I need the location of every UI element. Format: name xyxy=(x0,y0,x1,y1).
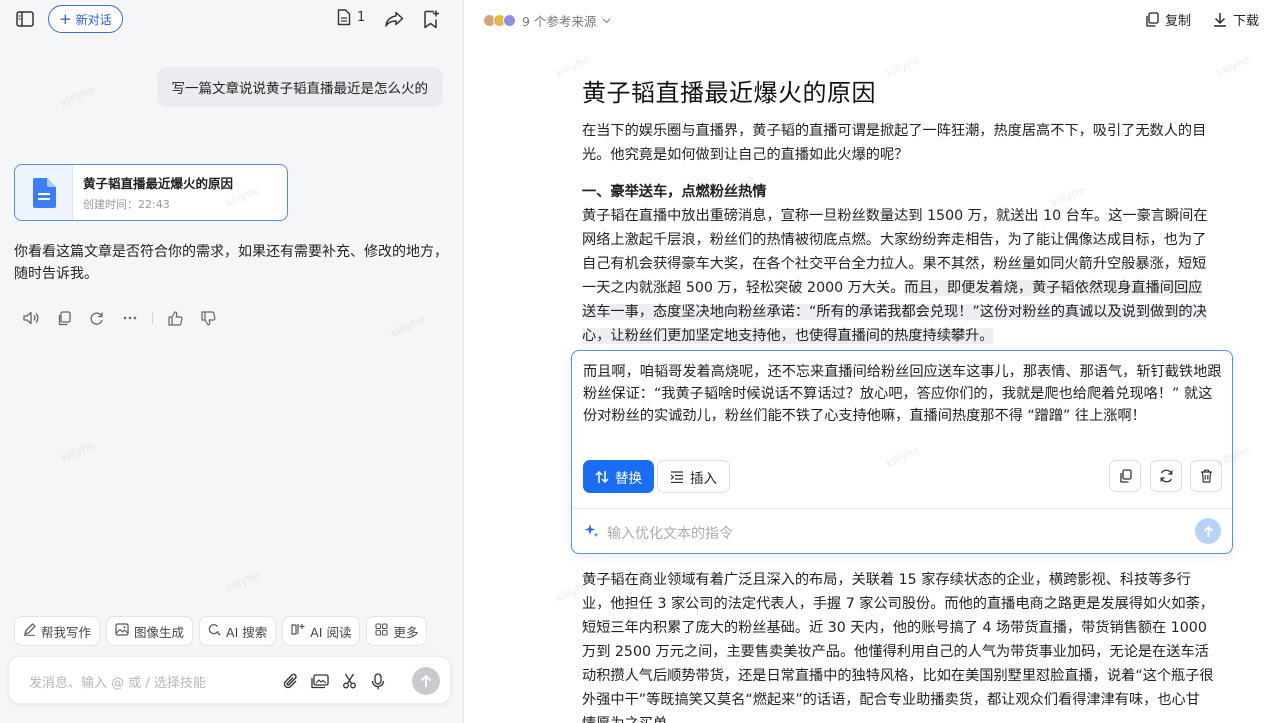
swap-icon xyxy=(595,470,609,483)
document-title: 黄子韬直播最近爆火的原因 xyxy=(83,176,234,191)
assistant-reply: 你看看这篇文章是否符合你的需求，如果还有需要补充、修改的地方，随时告诉我。 xyxy=(14,244,448,282)
send-button[interactable] xyxy=(412,667,440,695)
insert-button[interactable]: 插入 xyxy=(657,460,730,493)
folder-image-icon[interactable] xyxy=(310,670,330,692)
article: 黄子韬直播最近爆火的原因 在当下的娱乐圈与直播界，黄子韬的直播可谓是掀起了一阵狂… xyxy=(582,76,1214,344)
rewrite-suggestion: 而且啊，咱韬哥发着高烧呢，还不忘来直播间给粉丝回应送车这事儿，那表情、那语气，斩… xyxy=(583,364,1222,424)
rewrite-panel: 而且啊，咱韬哥发着高烧呢，还不忘来直播间给粉丝回应送车这事儿，那表情、那语气，斩… xyxy=(571,350,1233,554)
bookmark-add-icon[interactable] xyxy=(420,8,442,30)
apps-icon xyxy=(375,623,389,639)
chat-topbar: + 新对话 1 xyxy=(0,0,464,38)
copy-icon[interactable] xyxy=(47,306,80,330)
skill-label: AI 搜索 xyxy=(226,624,268,640)
new-chat-button[interactable]: + 新对话 xyxy=(48,5,123,33)
download-icon xyxy=(1214,13,1226,27)
chevron-down-icon xyxy=(603,18,611,23)
skill-shortcuts: 帮我写作 图像生成 AI 搜索 AI 阅读 更多 xyxy=(14,616,428,646)
skill-writing-button[interactable]: 帮我写作 xyxy=(14,616,101,646)
replace-label: 替换 xyxy=(615,470,642,487)
reading-icon xyxy=(291,623,305,639)
copy-icon xyxy=(1146,12,1159,27)
source-avatar xyxy=(503,14,516,27)
document-thumbnail xyxy=(15,165,73,220)
sources-dropdown[interactable]: 9 个参考来源 xyxy=(483,11,611,30)
source-avatars xyxy=(483,14,516,27)
chat-pane: + 新对话 1 写一篇文章说说黄子韬直播最近是怎么火的 黄子韬直播最近爆火的原因… xyxy=(0,0,464,723)
skill-more-button[interactable]: 更多 xyxy=(366,616,428,646)
search-icon xyxy=(208,623,221,639)
arrow-up-icon xyxy=(420,674,432,687)
image-icon xyxy=(115,623,129,639)
download-label: 下载 xyxy=(1233,14,1260,29)
article-paragraph: 黄子韬在直播中放出重磅消息，宣称一旦粉丝数量达到 1500 万，就送出 10 台… xyxy=(582,204,1214,348)
document-created-time: 创建时间：22:43 xyxy=(83,198,170,211)
skill-image-button[interactable]: 图像生成 xyxy=(106,616,194,646)
section-heading: 一、豪举送车，点燃粉丝热情 xyxy=(582,184,767,200)
insert-label: 插入 xyxy=(690,470,717,487)
document-icon xyxy=(337,9,351,26)
divider xyxy=(152,311,153,325)
file-icon xyxy=(32,177,56,208)
message-actions xyxy=(14,306,225,330)
copy-icon xyxy=(1119,469,1132,483)
article-intro: 在当下的娱乐圈与直播界，黄子韬的直播可谓是掀起了一阵狂潮，热度居高不下，吸引了无… xyxy=(582,123,1207,163)
user-message: 写一篇文章说说黄子韬直播最近是怎么火的 xyxy=(156,67,443,107)
arrow-up-icon xyxy=(1203,525,1213,537)
copy-suggestion-button[interactable] xyxy=(1109,460,1141,492)
rewrite-instruction-input[interactable]: 输入优化文本的指令 xyxy=(607,523,733,543)
sparkle-icon xyxy=(584,523,599,542)
regenerate-button[interactable] xyxy=(1150,460,1182,492)
message-composer[interactable]: 发消息、输入 @ 或 / 选择技能 xyxy=(8,656,451,704)
thumbs-up-icon[interactable] xyxy=(159,306,192,330)
thumbs-down-icon[interactable] xyxy=(192,306,225,330)
sources-label: 9 个参考来源 xyxy=(522,14,597,29)
regenerate-icon[interactable] xyxy=(80,306,113,330)
composer-placeholder: 发消息、输入 @ 或 / 选择技能 xyxy=(29,676,206,691)
skill-label: 帮我写作 xyxy=(41,624,92,640)
article-title: 黄子韬直播最近爆火的原因 xyxy=(582,79,876,107)
document-count: 1 xyxy=(357,10,366,25)
refresh-icon xyxy=(1160,469,1172,483)
download-button[interactable]: 下载 xyxy=(1213,10,1259,29)
rewrite-send-button[interactable] xyxy=(1195,518,1221,544)
document-card[interactable]: 黄子韬直播最近爆火的原因 创建时间：22:43 xyxy=(14,164,288,221)
skill-label: 图像生成 xyxy=(134,624,185,640)
replace-button[interactable]: 替换 xyxy=(583,460,654,493)
skill-reading-button[interactable]: AI 阅读 xyxy=(282,616,361,646)
insert-lines-icon xyxy=(670,470,683,483)
plus-icon: + xyxy=(59,9,72,28)
trash-icon xyxy=(1200,469,1212,483)
article-paragraph: 黄子韬在商业领域有着广泛且深入的布局，关联着 15 家存续状态的企业，横跨影视、… xyxy=(582,572,1214,723)
divider xyxy=(572,508,1232,509)
document-count-button[interactable]: 1 xyxy=(337,9,365,26)
attachment-icon[interactable] xyxy=(281,670,301,692)
skill-label: 更多 xyxy=(393,624,419,640)
new-chat-label: 新对话 xyxy=(75,12,112,27)
more-icon[interactable] xyxy=(113,306,146,330)
speaker-icon[interactable] xyxy=(14,306,47,330)
skill-search-button[interactable]: AI 搜索 xyxy=(199,616,277,646)
scissors-icon[interactable] xyxy=(339,670,359,692)
copy-label: 复制 xyxy=(1165,14,1192,29)
pen-icon xyxy=(23,623,36,639)
sidebar-toggle-icon[interactable] xyxy=(14,9,36,29)
skill-label: AI 阅读 xyxy=(310,624,352,640)
share-icon[interactable] xyxy=(383,9,405,29)
delete-button[interactable] xyxy=(1190,460,1222,492)
microphone-icon[interactable] xyxy=(368,670,388,692)
document-pane: 9 个参考来源 复制 下载 黄子韬直播最近爆火的原因 在当下的娱乐圈与直播界，黄… xyxy=(465,0,1280,723)
copy-document-button[interactable]: 复制 xyxy=(1145,10,1191,29)
